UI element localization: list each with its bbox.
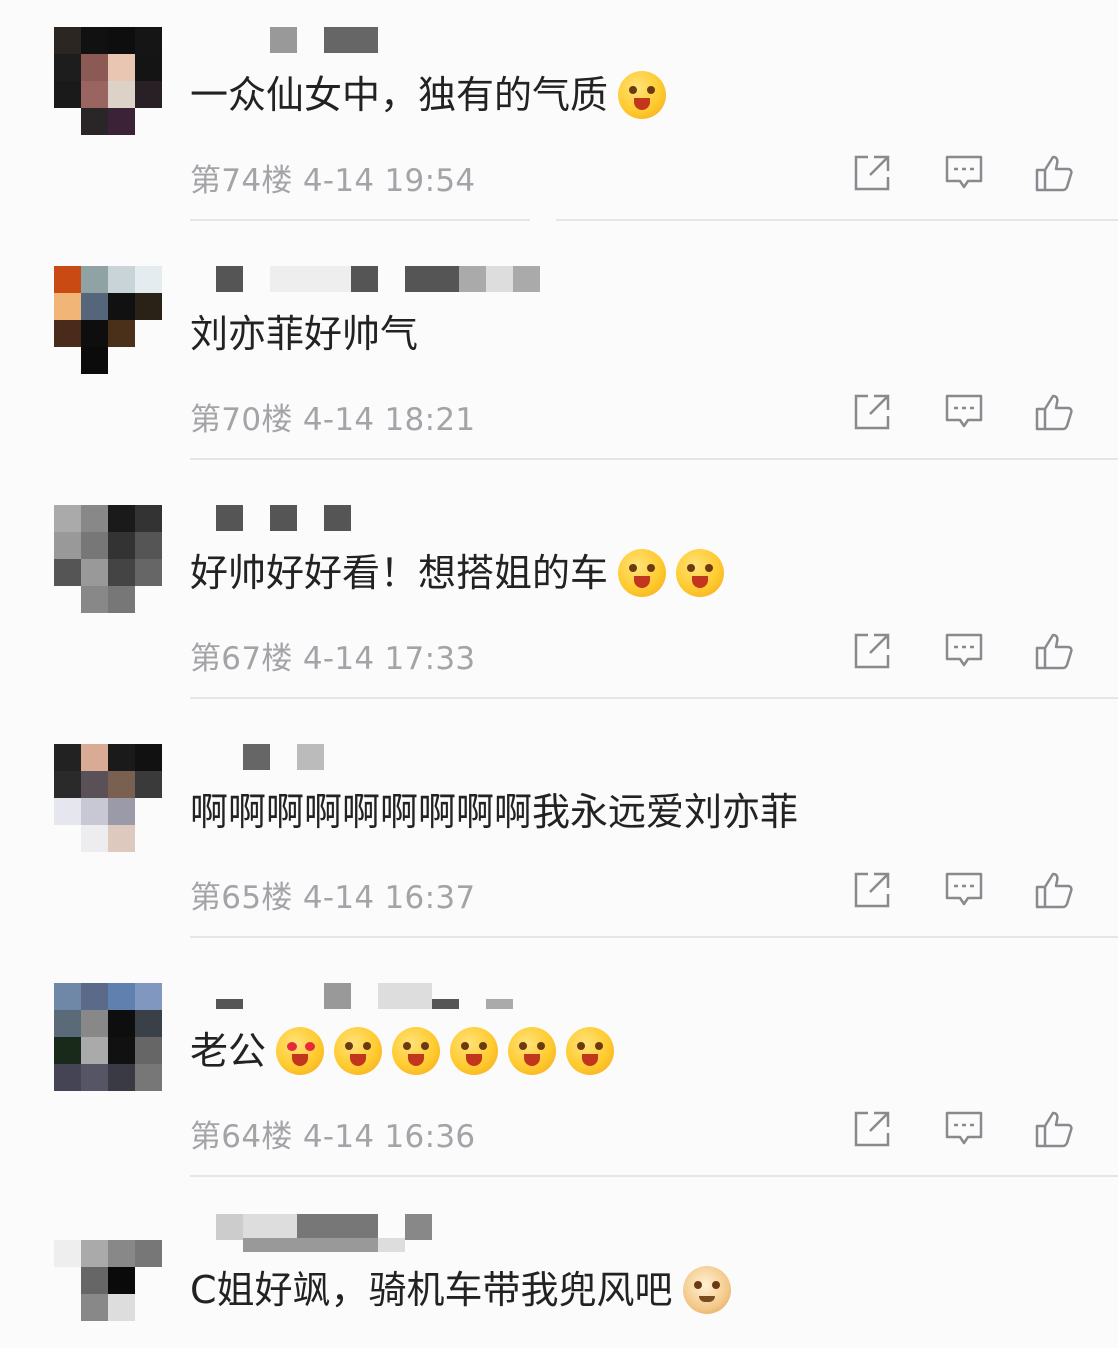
share-icon[interactable] (852, 153, 892, 193)
comment-actions (852, 870, 1082, 912)
awe-face-icon (392, 1027, 441, 1075)
comment-icon[interactable] (944, 153, 984, 193)
comment-text: 刘亦菲好帅气 (190, 312, 419, 356)
comment-icon[interactable] (944, 392, 984, 432)
avatar[interactable] (54, 505, 162, 613)
comment-item: C姐好飒，骑机车带我兜风吧 (0, 1214, 1118, 1332)
comment-actions (852, 631, 1082, 673)
divider (190, 697, 1118, 699)
comment-item: 啊啊啊啊啊啊啊啊啊我永远爱刘亦菲 第65楼 4-14 16:37 (0, 744, 1118, 983)
share-icon[interactable] (852, 631, 892, 671)
divider (190, 218, 1118, 222)
divider (190, 1175, 1118, 1177)
comment-actions (852, 392, 1082, 434)
thumbs-up-icon[interactable] (1034, 631, 1074, 671)
avatar[interactable] (54, 266, 162, 374)
comment-icon[interactable] (944, 631, 984, 671)
awe-face-icon (508, 1027, 557, 1075)
thumbs-up-icon[interactable] (1034, 153, 1074, 193)
comment-item: 一众仙女中，独有的气质 第74楼 4-14 19:54 (0, 27, 1118, 266)
star-struck-icon (676, 549, 725, 597)
username-masked[interactable] (216, 1214, 546, 1252)
comment-item: 好帅好好看！想搭姐的车 第67楼 4-14 17:33 (0, 505, 1118, 744)
share-icon[interactable] (852, 1109, 892, 1149)
avatar[interactable] (54, 744, 162, 852)
divider (190, 936, 1118, 938)
avatar[interactable] (54, 27, 162, 135)
awe-face-icon (566, 1027, 615, 1075)
comment-icon[interactable] (944, 1109, 984, 1149)
share-icon[interactable] (852, 870, 892, 910)
heart-eyes-icon (276, 1027, 325, 1075)
comment-item: 刘亦菲好帅气 第70楼 4-14 18:21 (0, 266, 1118, 505)
comment-meta: 第74楼 4-14 19:54 (190, 163, 476, 199)
comment-text: 好帅好好看！想搭姐的车 (190, 547, 725, 599)
thumbs-up-icon[interactable] (1034, 870, 1074, 910)
comment-text: 啊啊啊啊啊啊啊啊啊我永远爱刘亦菲 (190, 790, 799, 834)
avatar[interactable] (54, 983, 162, 1091)
comment-text: C姐好飒，骑机车带我兜风吧 (190, 1264, 731, 1316)
awe-face-icon (334, 1027, 383, 1075)
divider (190, 458, 1118, 460)
thumbs-up-icon[interactable] (1034, 1109, 1074, 1149)
comment-meta: 第70楼 4-14 18:21 (190, 402, 476, 438)
comment-actions (852, 153, 1082, 195)
comment-icon[interactable] (944, 870, 984, 910)
share-icon[interactable] (852, 392, 892, 432)
username-masked[interactable] (216, 983, 546, 1011)
dizzy-face-icon (618, 71, 667, 119)
awe-face-icon (450, 1027, 499, 1075)
comment-meta: 第67楼 4-14 17:33 (190, 641, 476, 677)
star-struck-icon (618, 549, 667, 597)
username-masked[interactable] (216, 505, 546, 533)
thumbs-up-icon[interactable] (1034, 392, 1074, 432)
comment-text: 老公 (190, 1025, 615, 1077)
doge-face-icon (682, 1266, 731, 1314)
username-masked[interactable] (216, 744, 546, 772)
comment-item: 老公 第64楼 4-14 16:36 (0, 983, 1118, 1222)
comment-meta: 第64楼 4-14 16:36 (190, 1119, 476, 1155)
comment-actions (852, 1109, 1082, 1151)
comment-meta: 第65楼 4-14 16:37 (190, 880, 476, 916)
username-masked[interactable] (216, 266, 546, 294)
username-masked[interactable] (216, 27, 546, 55)
comment-text: 一众仙女中，独有的气质 (190, 69, 667, 121)
